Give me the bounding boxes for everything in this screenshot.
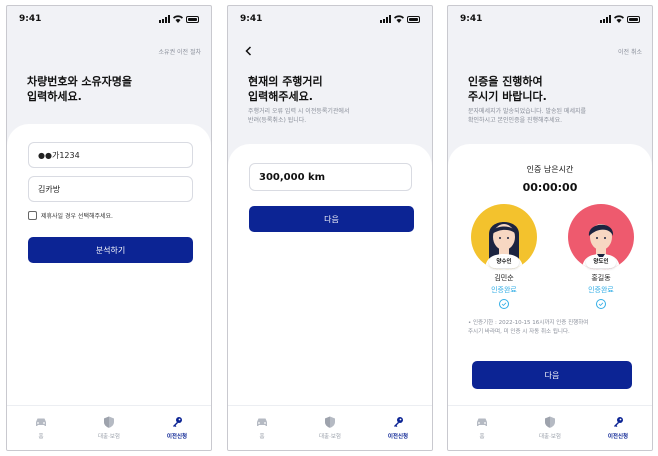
buyer-role-badge: 양수인: [489, 257, 519, 268]
phone-screen-mileage: 9:41 현재의 주행거리 입력해주세요. 주행거리 오류 입력 시 이전등록기…: [227, 5, 433, 451]
next-button[interactable]: 다음: [472, 361, 632, 389]
phone-screen-input-plate: 9:41 소유권 이전 절차 차량번호와 소유자명을 입력하세요. ●●가123…: [6, 5, 212, 451]
signal-icon: [380, 15, 391, 23]
seller-verified-status: 인증완료: [588, 286, 614, 294]
tab-home-label: 홈: [479, 434, 485, 440]
checkbox-box[interactable]: [28, 211, 37, 220]
affiliate-checkbox[interactable]: 제휴사일 경우 선택해주세요.: [28, 211, 113, 220]
buyer-name: 김민순: [494, 274, 514, 282]
tab-home[interactable]: 홈: [7, 406, 75, 450]
tab-loan-insurance[interactable]: 대출·보험: [296, 406, 364, 450]
status-time: 9:41: [460, 14, 483, 24]
timer-label: 인증 남은시간: [526, 165, 574, 174]
tab-transfer-request-label: 이전신청: [387, 434, 409, 440]
status-bar: 9:41: [19, 12, 199, 26]
tab-home[interactable]: 홈: [228, 406, 296, 450]
buyer-verified-status: 인증완료: [491, 286, 517, 294]
battery-icon: [407, 15, 420, 23]
page-title: 인증을 진행하여 주시기 바랍니다.: [468, 75, 547, 103]
tab-loan-insurance-label: 대출·보험: [319, 434, 341, 440]
analyze-button[interactable]: 분석하기: [28, 237, 193, 263]
verification-deadline-notice: • 인증기한 : 2022-10-15 16시까지 인증 진행하여 주시기 바라…: [468, 320, 589, 335]
seller-check-icon: [596, 299, 606, 309]
seller-name: 홍길동: [591, 274, 611, 282]
wifi-icon: [394, 15, 404, 23]
tab-transfer-request[interactable]: 이전신청: [364, 406, 432, 450]
tab-transfer-request-label: 이전신청: [166, 434, 188, 440]
tab-loan-insurance-label: 대출·보험: [98, 434, 120, 440]
car-icon: [477, 418, 487, 426]
tab-loan-insurance[interactable]: 대출·보험: [75, 406, 143, 450]
status-bar: 9:41: [240, 12, 420, 26]
tab-loan-insurance[interactable]: 대출·보험: [516, 406, 584, 450]
key-icon: [173, 417, 182, 427]
tab-home[interactable]: 홈: [448, 406, 516, 450]
plate-number-input[interactable]: ●●가1234: [28, 142, 193, 168]
key-icon: [614, 417, 623, 427]
shield-icon: [104, 416, 114, 428]
owner-name-input[interactable]: 김카방: [28, 176, 193, 202]
tab-transfer-request[interactable]: 이전신청: [143, 406, 211, 450]
cancel-transfer-link[interactable]: 이전 취소: [618, 47, 642, 56]
tab-transfer-request[interactable]: 이전신청: [584, 406, 652, 450]
signal-icon: [159, 15, 170, 23]
status-bar: 9:41: [460, 12, 640, 26]
tab-bar: 홈 대출·보험 이전신청: [228, 405, 432, 450]
wifi-icon: [173, 15, 183, 23]
shield-icon: [325, 416, 335, 428]
checkbox-label: 제휴사일 경우 선택해주세요.: [41, 213, 113, 220]
tab-transfer-request-label: 이전신청: [607, 434, 629, 440]
signal-icon: [600, 15, 611, 23]
back-arrow-icon[interactable]: [242, 44, 256, 58]
page-title: 현재의 주행거리 입력해주세요.: [248, 75, 323, 103]
status-time: 9:41: [19, 14, 42, 24]
page-title: 차량번호와 소유자명을 입력하세요.: [27, 75, 133, 103]
car-icon: [257, 418, 267, 426]
tab-bar: 홈 대출·보험 이전신청: [7, 405, 211, 450]
tab-bar: 홈 대출·보험 이전신청: [448, 405, 652, 450]
buyer-check-icon: [499, 299, 509, 309]
next-button[interactable]: 다음: [249, 206, 414, 232]
seller-role-badge: 양도인: [586, 257, 616, 268]
page-subtitle: 문자메세지가 발송되었습니다. 발송된 메세지를 확인하시고 본인인증을 진행해…: [468, 108, 587, 124]
ownership-transfer-procedure-link[interactable]: 소유권 이전 절차: [159, 47, 201, 56]
car-icon: [36, 418, 46, 426]
key-icon: [394, 417, 403, 427]
page-subtitle: 주행거리 오류 입력 시 이전등록기관에서 반려(등록취소) 됩니다.: [248, 108, 350, 124]
battery-icon: [627, 15, 640, 23]
battery-icon: [186, 15, 199, 23]
mileage-input[interactable]: 300,000 km: [249, 163, 412, 191]
tab-home-label: 홈: [259, 434, 265, 440]
timer-value: 00:00:00: [522, 181, 578, 194]
tab-loan-insurance-label: 대출·보험: [539, 434, 561, 440]
wifi-icon: [614, 15, 624, 23]
phone-screen-verification: 9:41 이전 취소 인증을 진행하여 주시기 바랍니다. 문자메세지가 발송되…: [447, 5, 653, 451]
shield-icon: [545, 416, 555, 428]
tab-home-label: 홈: [38, 434, 44, 440]
status-time: 9:41: [240, 14, 263, 24]
